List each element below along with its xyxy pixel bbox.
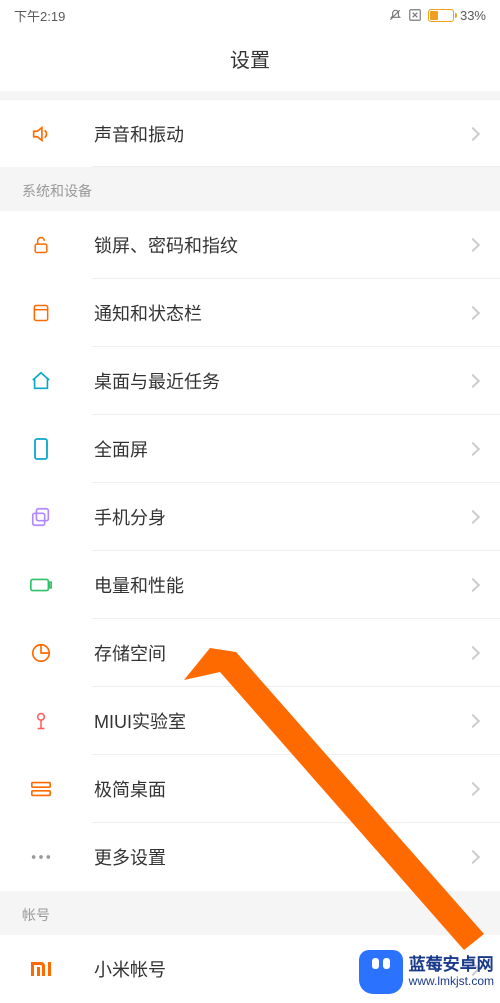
section-header-account: 帐号: [0, 891, 500, 935]
fullscreen-icon: [28, 437, 54, 461]
row-label: 锁屏、密码和指纹: [94, 232, 468, 258]
row-label: 存储空间: [94, 640, 468, 666]
battery-performance-icon: [28, 576, 54, 594]
mi-logo-icon: [28, 960, 54, 978]
row-notification[interactable]: 通知和状态栏: [0, 279, 500, 347]
chevron-right-icon: [466, 850, 480, 864]
chevron-right-icon: [466, 782, 480, 796]
chevron-right-icon: [466, 510, 480, 524]
page-title: 设置: [0, 30, 500, 91]
more-icon: [28, 853, 54, 861]
section-header-system: 系统和设备: [0, 167, 500, 211]
row-more-settings[interactable]: 更多设置: [0, 823, 500, 891]
home-icon: [28, 370, 54, 392]
row-label: 声音和振动: [94, 121, 468, 147]
row-label: 极简桌面: [94, 776, 468, 802]
sound-icon: [28, 123, 54, 145]
close-box-icon: [408, 8, 422, 22]
row-sound-vibration[interactable]: 声音和振动: [0, 99, 500, 167]
battery-icon: [428, 9, 454, 22]
chevron-right-icon: [466, 646, 480, 660]
row-lockscreen[interactable]: 锁屏、密码和指纹: [0, 211, 500, 279]
chevron-right-icon: [466, 238, 480, 252]
row-home-recents[interactable]: 桌面与最近任务: [0, 347, 500, 415]
row-miui-lab[interactable]: MIUI实验室: [0, 687, 500, 755]
status-time: 下午2:19: [14, 6, 65, 25]
chevron-right-icon: [466, 962, 480, 976]
row-fullscreen[interactable]: 全面屏: [0, 415, 500, 483]
section-account: 小米帐号: [0, 935, 500, 1003]
chevron-right-icon: [466, 126, 480, 140]
mute-icon: [388, 8, 402, 22]
chevron-right-icon: [466, 374, 480, 388]
chevron-right-icon: [466, 306, 480, 320]
row-label: 通知和状态栏: [94, 300, 468, 326]
row-simple-home[interactable]: 极简桌面: [0, 755, 500, 823]
chevron-right-icon: [466, 578, 480, 592]
row-label: 桌面与最近任务: [94, 368, 468, 394]
status-bar: 下午2:19 33%: [0, 0, 500, 30]
row-label: 更多设置: [94, 844, 468, 870]
section-system: 锁屏、密码和指纹 通知和状态栏 桌面与最近任务 全面屏 手机分身 电量和性能: [0, 211, 500, 891]
row-label: 手机分身: [94, 504, 468, 530]
storage-icon: [28, 642, 54, 664]
lab-icon: [28, 709, 54, 733]
row-label: 全面屏: [94, 436, 468, 462]
chevron-right-icon: [466, 442, 480, 456]
row-label: MIUI实验室: [94, 708, 468, 734]
row-storage[interactable]: 存储空间: [0, 619, 500, 687]
row-battery-performance[interactable]: 电量和性能: [0, 551, 500, 619]
simple-home-icon: [28, 780, 54, 798]
battery-percent: 33%: [460, 8, 486, 23]
row-second-space[interactable]: 手机分身: [0, 483, 500, 551]
row-mi-account[interactable]: 小米帐号: [0, 935, 500, 1003]
notification-bar-icon: [28, 302, 54, 324]
row-label: 小米帐号: [94, 956, 468, 982]
status-indicators: 33%: [388, 8, 486, 23]
second-space-icon: [28, 506, 54, 528]
row-label: 电量和性能: [94, 572, 468, 598]
chevron-right-icon: [466, 714, 480, 728]
lock-icon: [28, 234, 54, 256]
